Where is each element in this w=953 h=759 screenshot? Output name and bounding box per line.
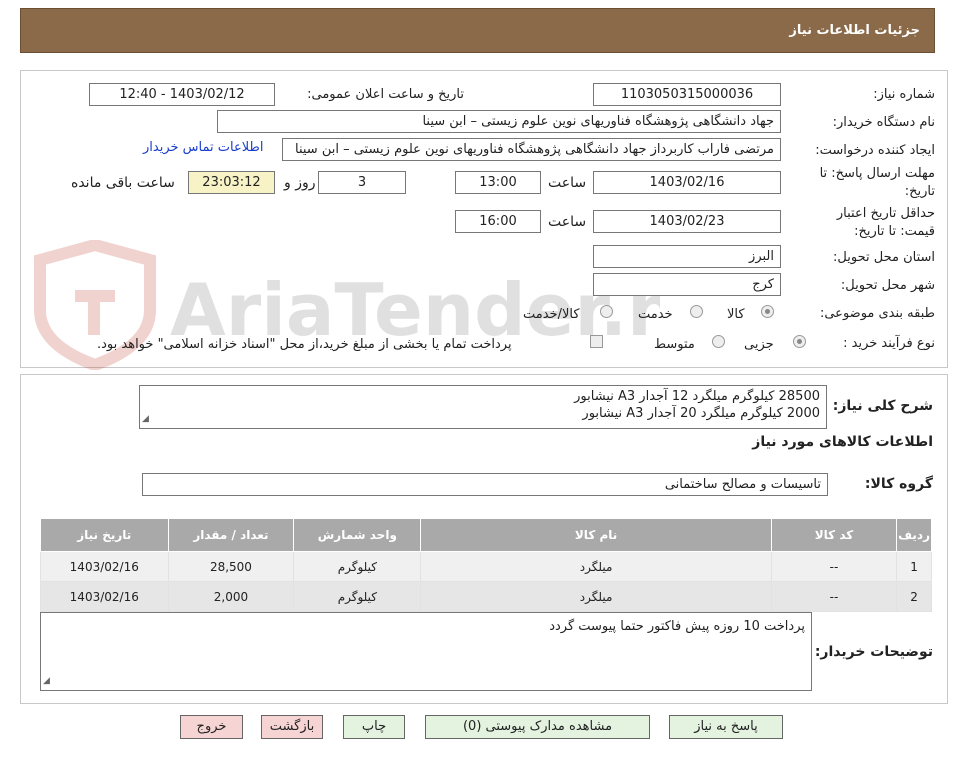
goods-group-label: گروه کالا: (864, 476, 933, 492)
validity-date-field[interactable]: 1403/02/23 (593, 210, 781, 233)
days-remaining-field[interactable]: 3 (318, 171, 406, 194)
print-button[interactable]: چاپ (343, 715, 405, 739)
announce-label: تاریخ و ساعت اعلان عمومی: (307, 87, 464, 102)
cell-row-number: 2 (896, 581, 932, 612)
goods-table-header: ردیف کد کالا نام کالا واحد شمارش تعداد /… (40, 518, 932, 552)
cell-item-code: -- (770, 551, 898, 582)
cell-need-date: 1403/02/16 (40, 551, 169, 582)
cell-unit: کیلوگرم (293, 581, 422, 612)
validity-time-field[interactable]: 16:00 (455, 210, 541, 233)
description-textarea[interactable]: 28500 کیلوگرم میلگرد 12 آجدار A3 نیشابور… (139, 385, 827, 429)
deadline-label-line1: مهلت ارسال پاسخ: تا (819, 166, 935, 181)
remaining-label: ساعت باقی مانده (71, 175, 175, 191)
description-label: شرح کلی نیاز: (832, 398, 933, 414)
process-radio-medium[interactable] (712, 335, 725, 348)
col-row-number: ردیف (896, 518, 932, 552)
requester-label: ایجاد کننده درخواست: (815, 143, 935, 158)
category-radio-goods[interactable] (761, 305, 774, 318)
days-label: روز و (284, 175, 316, 191)
buyer-notes-textarea[interactable]: پرداخت 10 روزه پیش فاکتور حتما پیوست گرد… (40, 612, 812, 691)
col-quantity: تعداد / مقدار (167, 518, 295, 552)
col-need-date: تاریخ نیاز (40, 518, 169, 552)
exit-button[interactable]: خروج (180, 715, 243, 739)
buyer-notes-text: پرداخت 10 روزه پیش فاکتور حتما پیوست گرد… (549, 619, 805, 634)
cell-item-name: میلگرد (420, 551, 772, 582)
col-unit: واحد شمارش (293, 518, 422, 552)
validity-label-line1: حداقل تاریخ اعتبار (836, 206, 935, 221)
goods-section-title: اطلاعات کالاهای مورد نیاز (752, 434, 933, 450)
description-line-1: 28500 کیلوگرم میلگرد 12 آجدار A3 نیشابور (574, 389, 820, 404)
buyer-org-field[interactable]: جهاد دانشگاهی پژوهشگاه فناوریهای نوین عل… (217, 110, 781, 133)
deadline-date-field[interactable]: 1403/02/16 (593, 171, 781, 194)
city-field[interactable]: کرج (593, 273, 781, 296)
need-number-field[interactable]: 1103050315000036 (593, 83, 781, 106)
buyer-org-label: نام دستگاه خریدار: (832, 115, 935, 130)
remaining-time-field: 23:03:12 (188, 171, 275, 194)
table-row[interactable]: 2 -- میلگرد کیلوگرم 2,000 1403/02/16 (40, 581, 932, 612)
buyer-notes-label: توضیحات خریدار: (814, 644, 933, 660)
page-header: جزئیات اطلاعات نیاز (20, 8, 935, 53)
cell-item-name: میلگرد (420, 581, 772, 612)
deadline-time-label: ساعت (548, 175, 587, 191)
category-radio-service[interactable] (690, 305, 703, 318)
province-field[interactable]: البرز (593, 245, 781, 268)
resize-grip-icon[interactable]: ◢ (43, 673, 50, 690)
category-option-goods-service: کالا/خدمت (523, 307, 580, 322)
cell-need-date: 1403/02/16 (40, 581, 169, 612)
category-option-goods: کالا (727, 307, 745, 322)
col-item-name: نام کالا (420, 518, 772, 552)
province-label: استان محل تحویل: (833, 250, 935, 265)
page-title: جزئیات اطلاعات نیاز (789, 23, 920, 38)
validity-label-line2: قیمت: تا تاریخ: (854, 224, 935, 239)
buyer-contact-link[interactable]: اطلاعات تماس خریدار (143, 140, 263, 155)
treasury-checkbox[interactable] (590, 335, 603, 348)
need-number-label: شماره نیاز: (873, 87, 935, 102)
resize-grip-icon[interactable]: ◢ (142, 411, 149, 428)
goods-group-field[interactable]: تاسیسات و مصالح ساختمانی (142, 473, 828, 496)
cell-quantity: 28,500 (167, 551, 295, 582)
deadline-time-field[interactable]: 13:00 (455, 171, 541, 194)
view-attachments-button[interactable]: مشاهده مدارک پیوستی (0) (425, 715, 650, 739)
category-option-service: خدمت (638, 307, 673, 322)
validity-time-label: ساعت (548, 214, 587, 230)
cell-row-number: 1 (896, 551, 932, 582)
process-option-minor: جزیی (744, 337, 774, 352)
description-line-2: 2000 کیلوگرم میلگرد 20 آجدار A3 نیشابور (582, 406, 820, 421)
reply-button[interactable]: پاسخ به نیاز (669, 715, 783, 739)
col-item-code: کد کالا (770, 518, 898, 552)
treasury-note: پرداخت تمام یا بخشی از مبلغ خرید،از محل … (97, 337, 512, 352)
goods-table: ردیف کد کالا نام کالا واحد شمارش تعداد /… (40, 518, 932, 612)
table-row[interactable]: 1 -- میلگرد کیلوگرم 28,500 1403/02/16 (40, 551, 932, 582)
category-radio-goods-service[interactable] (600, 305, 613, 318)
back-button[interactable]: بازگشت (261, 715, 323, 739)
requester-field[interactable]: مرتضی فاراب کاربرداز جهاد دانشگاهی پژوهش… (282, 138, 781, 161)
process-option-medium: متوسط (654, 337, 695, 352)
cell-item-code: -- (770, 581, 898, 612)
announce-field[interactable]: 1403/02/12 - 12:40 (89, 83, 275, 106)
cell-quantity: 2,000 (167, 581, 295, 612)
process-radio-minor[interactable] (793, 335, 806, 348)
cell-unit: کیلوگرم (293, 551, 422, 582)
category-label: طبقه بندی موضوعی: (819, 306, 935, 321)
city-label: شهر محل تحویل: (840, 278, 935, 293)
deadline-label-line2: تاریخ: (904, 184, 935, 199)
process-label: نوع فرآیند خرید : (843, 336, 935, 351)
